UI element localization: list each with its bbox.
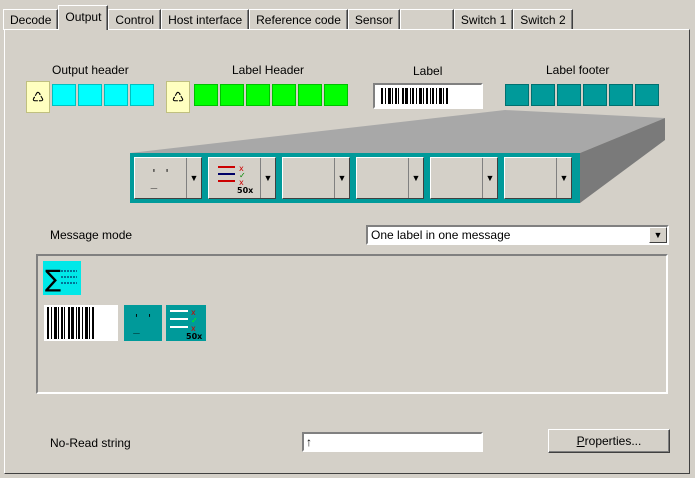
chevron-down-icon[interactable]: ▼ xyxy=(482,158,497,198)
footer-slot[interactable]: ▼ xyxy=(430,157,498,199)
noread-label: No-Read string xyxy=(50,436,131,450)
footer-slot[interactable]: ' ' _ ▼ xyxy=(134,157,202,199)
chevron-down-icon[interactable]: ▼ xyxy=(556,158,571,198)
svg-text:50x: 50x xyxy=(186,332,203,341)
chevron-down-icon[interactable]: ▼ xyxy=(649,227,667,243)
footer-slot[interactable]: ▼ xyxy=(356,157,424,199)
face-icon: ' ' _ xyxy=(150,167,171,189)
message-mode-value: One label in one message xyxy=(371,228,511,242)
footer-slot[interactable]: x ✓ x 50x ▼ xyxy=(208,157,276,199)
chevron-down-icon[interactable]: ▼ xyxy=(186,158,201,198)
checklist-50-icon: x ✓ x 50x xyxy=(166,305,206,341)
sum-icon: ∑ xyxy=(43,261,81,295)
barcode-icon xyxy=(44,305,118,341)
message-mode-label: Message mode xyxy=(50,228,133,242)
properties-button[interactable]: Properties... xyxy=(548,429,670,453)
chevron-down-icon[interactable]: ▼ xyxy=(334,158,349,198)
footer-slot[interactable]: ▼ xyxy=(282,157,350,199)
face-icon: ' ' _ xyxy=(124,305,162,341)
message-mode-select[interactable]: One label in one message ▼ xyxy=(366,225,669,245)
footer-slot[interactable]: ▼ xyxy=(504,157,572,199)
svg-text:∑: ∑ xyxy=(45,265,61,293)
properties-label: roperties... xyxy=(584,434,642,448)
properties-mnemonic: P xyxy=(576,434,585,448)
svg-text:50x: 50x xyxy=(237,186,254,194)
empty-slot xyxy=(357,158,408,198)
checklist-50-icon: x ✓ x 50x xyxy=(209,158,260,198)
noread-input[interactable]: ↑ xyxy=(302,432,483,452)
footer-slot-bar: ' ' _ ▼ x ✓ x 50x ▼ ▼ ▼ ▼ ▼ xyxy=(130,153,580,203)
empty-slot xyxy=(431,158,482,198)
chevron-down-icon[interactable]: ▼ xyxy=(260,158,275,198)
tab-output[interactable]: Output xyxy=(58,5,109,30)
empty-slot xyxy=(505,158,556,198)
chevron-down-icon[interactable]: ▼ xyxy=(408,158,423,198)
empty-slot xyxy=(283,158,334,198)
